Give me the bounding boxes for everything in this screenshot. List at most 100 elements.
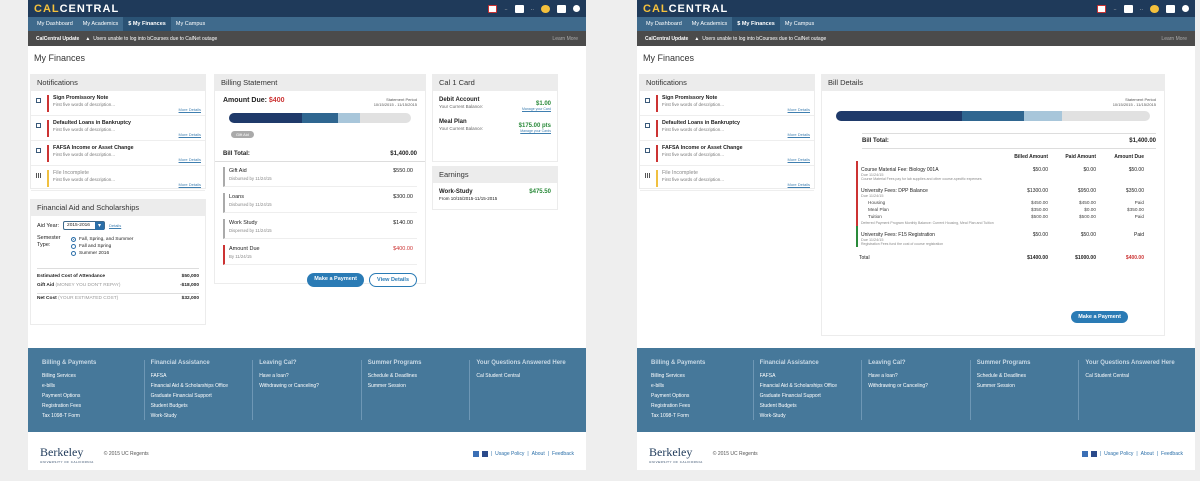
manage-link[interactable]: Manage your Card xyxy=(522,107,551,111)
facebook-icon[interactable] xyxy=(481,451,488,457)
aid-year-select[interactable]: 2015-2016 xyxy=(63,221,105,230)
footer-link[interactable]: Cal Student Central xyxy=(1085,373,1181,379)
billing-item[interactable]: Gift Aid Disbursed by 11/24/15 $550.00 xyxy=(223,167,417,187)
view-details-button[interactable]: View Details xyxy=(369,273,417,287)
more-details-link[interactable]: More Details xyxy=(179,132,201,137)
footer-link[interactable]: Have a loan? xyxy=(868,373,964,379)
details-link[interactable]: Details xyxy=(109,223,121,228)
more-details-link[interactable]: More Details xyxy=(788,157,810,162)
footer-link[interactable]: Student Budgets xyxy=(760,403,856,409)
notification-item[interactable]: FAFSA Income or Asset Change First five w… xyxy=(31,141,205,166)
notification-item[interactable]: Defaulted Loans in Bankruptcy First five … xyxy=(31,116,205,141)
semester-radio[interactable]: Fall, Spring, and Summer xyxy=(71,237,133,242)
calendar-icon[interactable] xyxy=(1123,4,1133,13)
bill-row[interactable]: University Fees: DPP Balance Due 11/24/15… xyxy=(856,182,1146,199)
nav-tab-1[interactable]: My Academics xyxy=(78,17,123,31)
more-details-link[interactable]: More Details xyxy=(179,107,201,112)
footer-link[interactable]: Financial Aid & Scholarships Office xyxy=(151,383,247,389)
notification-item[interactable]: Sign Promissory Note First five words of … xyxy=(31,91,205,116)
footer-link[interactable]: Financial Aid & Scholarships Office xyxy=(760,383,856,389)
more-details-link[interactable]: More Details xyxy=(788,182,810,187)
drive-icon[interactable] xyxy=(541,4,550,13)
footer-link[interactable]: FAFSA xyxy=(151,373,247,379)
billing-item[interactable]: Loans Disbursed by 11/24/15 $300.00 xyxy=(223,193,417,213)
footer-link[interactable]: Billing Services xyxy=(42,373,138,379)
more-details-link[interactable]: More Details xyxy=(179,157,201,162)
footer-link[interactable]: Summer Session xyxy=(977,383,1073,389)
billing-item[interactable]: Work Study Dispersed by 11/24/15 $140.00 xyxy=(223,219,417,239)
more-details-link[interactable]: More Details xyxy=(788,132,810,137)
notification-item[interactable]: FAFSA Income or Asset Change First five w… xyxy=(640,141,814,166)
checkbox-icon[interactable] xyxy=(36,173,41,178)
footer-link[interactable]: Registration Fees xyxy=(651,403,747,409)
semester-radio[interactable]: Fall and Spring xyxy=(71,244,133,249)
footer-link[interactable]: Work-Study xyxy=(760,413,856,419)
more-details-link[interactable]: More Details xyxy=(179,182,201,187)
footer-link[interactable]: Student Budgets xyxy=(151,403,247,409)
nav-tab-2[interactable]: $ My Finances xyxy=(123,17,171,31)
berkeley-logo[interactable]: Berkeley UNIVERSITY OF CALIFORNIA xyxy=(649,445,703,464)
twitter-icon[interactable] xyxy=(1081,451,1088,457)
nav-tab-0[interactable]: My Dashboard xyxy=(641,17,687,31)
footer-link[interactable]: Cal Student Central xyxy=(476,373,572,379)
semester-radio[interactable]: Summer 2016 xyxy=(71,251,133,256)
footer-link[interactable]: Summer Session xyxy=(368,383,464,389)
bottom-link[interactable]: Feedback xyxy=(552,451,574,457)
nav-tab-2[interactable]: $ My Finances xyxy=(732,17,780,31)
footer-link[interactable]: Graduate Financial Support xyxy=(151,393,247,399)
checkbox-icon[interactable] xyxy=(645,98,650,103)
checkbox-icon[interactable] xyxy=(645,148,650,153)
footer-link[interactable]: Registration Fees xyxy=(42,403,138,409)
footer-link[interactable]: Withdrawing or Canceling? xyxy=(259,383,355,389)
checkbox-icon[interactable] xyxy=(36,98,41,103)
calcentral-logo[interactable]: CALCENTRAL xyxy=(34,3,119,15)
billing-item[interactable]: Amount Due By 11/24/15 $400.00 xyxy=(223,245,417,265)
user-icon[interactable] xyxy=(557,4,566,13)
berkeley-logo[interactable]: Berkeley UNIVERSITY OF CALIFORNIA xyxy=(40,445,94,464)
nav-tab-1[interactable]: My Academics xyxy=(687,17,732,31)
footer-link[interactable]: Tax 1098-T Form xyxy=(651,413,747,419)
footer-link[interactable]: e-bills xyxy=(651,383,747,389)
footer-link[interactable]: Tax 1098-T Form xyxy=(42,413,138,419)
nav-tab-3[interactable]: My Campus xyxy=(171,17,210,31)
manage-link[interactable]: Manage your Cards xyxy=(519,129,551,133)
facebook-icon[interactable] xyxy=(1090,451,1097,457)
drive-icon[interactable] xyxy=(1150,4,1159,13)
more-details-link[interactable]: More Details xyxy=(788,107,810,112)
checkbox-icon[interactable] xyxy=(36,148,41,153)
footer-link[interactable]: Billing Services xyxy=(651,373,747,379)
user-icon[interactable] xyxy=(1166,4,1175,13)
nav-tab-0[interactable]: My Dashboard xyxy=(32,17,78,31)
bill-row[interactable]: Course Material Fee: Biology 001A Due 11/… xyxy=(856,161,1146,182)
nav-tab-3[interactable]: My Campus xyxy=(780,17,819,31)
bottom-link[interactable]: Usage Policy xyxy=(495,451,524,457)
footer-link[interactable]: Schedule & Deadlines xyxy=(977,373,1073,379)
notification-item[interactable]: File Incomplete First five words of descr… xyxy=(31,166,205,191)
bottom-link[interactable]: Feedback xyxy=(1161,451,1183,457)
checkbox-icon[interactable] xyxy=(36,123,41,128)
bottom-link[interactable]: Usage Policy xyxy=(1104,451,1133,457)
settings-icon[interactable] xyxy=(573,5,580,12)
footer-link[interactable]: Payment Options xyxy=(651,393,747,399)
footer-link[interactable]: Have a loan? xyxy=(259,373,355,379)
settings-icon[interactable] xyxy=(1182,5,1189,12)
footer-link[interactable]: FAFSA xyxy=(760,373,856,379)
make-payment-button[interactable]: Make a Payment xyxy=(1071,311,1128,323)
bottom-link[interactable]: About xyxy=(532,451,545,457)
mail-icon[interactable] xyxy=(1097,4,1107,13)
footer-link[interactable]: e-bills xyxy=(42,383,138,389)
mail-icon[interactable] xyxy=(488,4,498,13)
twitter-icon[interactable] xyxy=(472,451,479,457)
calendar-icon[interactable] xyxy=(514,4,524,13)
notification-item[interactable]: Sign Promissory Note First five words of … xyxy=(640,91,814,116)
checkbox-icon[interactable] xyxy=(645,173,650,178)
learn-more-link[interactable]: Learn More xyxy=(1161,36,1187,42)
calcentral-logo[interactable]: CALCENTRAL xyxy=(643,3,728,15)
footer-link[interactable]: Work-Study xyxy=(151,413,247,419)
learn-more-link[interactable]: Learn More xyxy=(552,36,578,42)
footer-link[interactable]: Withdrawing or Canceling? xyxy=(868,383,964,389)
footer-link[interactable]: Payment Options xyxy=(42,393,138,399)
checkbox-icon[interactable] xyxy=(645,123,650,128)
notification-item[interactable]: Defaulted Loans in Bankruptcy First five … xyxy=(640,116,814,141)
bill-row[interactable]: University Fees: F15 Registration Due 11/… xyxy=(856,226,1146,247)
